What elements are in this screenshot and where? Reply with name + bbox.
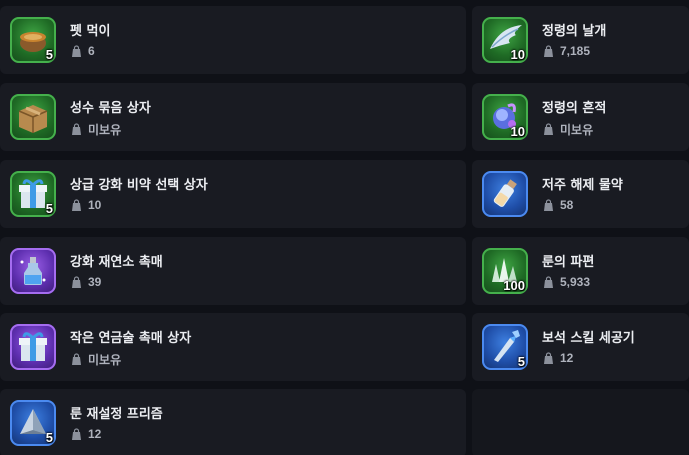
- gift-box-icon: 5: [10, 171, 56, 217]
- item-card[interactable]: 성수 묶음 상자 미보유: [0, 83, 466, 151]
- owned-count: 6: [70, 44, 95, 58]
- item-card[interactable]: 10 정령의 날개 7,185: [472, 6, 689, 74]
- item-name: 작은 연금술 촉매 상자: [70, 331, 192, 346]
- potion-bottle-icon: [482, 171, 528, 217]
- catalyst-bottle-icon: [10, 248, 56, 294]
- gem-tool-icon: 5: [482, 324, 528, 370]
- quantity-badge: 5: [517, 354, 525, 369]
- item-name: 룬 재설정 프리즘: [70, 407, 163, 422]
- item-card[interactable]: 작은 연금술 촉매 상자 미보유: [0, 313, 466, 381]
- spirit-orb-icon: 10: [482, 94, 528, 140]
- owned-count: 12: [70, 427, 101, 441]
- owned-count: 5,933: [542, 275, 590, 289]
- bag-icon: [544, 198, 553, 211]
- bag-icon: [72, 198, 81, 211]
- quantity-badge: 5: [45, 47, 53, 62]
- pot-icon: 5: [10, 17, 56, 63]
- prism-icon: 5: [10, 400, 56, 446]
- owned-count: 12: [542, 351, 573, 365]
- owned-count: 미보유: [542, 121, 593, 138]
- bag-icon: [72, 123, 81, 135]
- item-card[interactable]: 강화 재연소 촉매 39: [0, 237, 466, 305]
- bag-icon: [72, 427, 81, 440]
- owned-count: 미보유: [70, 351, 121, 368]
- bag-icon: [544, 44, 553, 57]
- owned-count: 39: [70, 275, 101, 289]
- quantity-badge: 5: [45, 430, 53, 445]
- crate-icon: [10, 94, 56, 140]
- bag-icon: [72, 353, 81, 365]
- item-card[interactable]: 100 룬의 파편 5,933: [472, 237, 689, 305]
- owned-count: 미보유: [70, 121, 121, 138]
- item-name: 정령의 날개: [542, 24, 607, 39]
- item-name: 성수 묶음 상자: [70, 101, 151, 116]
- bag-icon: [544, 275, 553, 288]
- item-name: 룬의 파편: [542, 255, 595, 270]
- empty-slot: [472, 389, 689, 455]
- owned-count: 7,185: [542, 44, 590, 58]
- quantity-badge: 5: [45, 201, 53, 216]
- item-card[interactable]: 5 상급 강화 비약 선택 상자 10: [0, 160, 466, 228]
- item-name: 펫 먹이: [70, 24, 111, 39]
- bag-icon: [544, 123, 553, 135]
- wing-icon: 10: [482, 17, 528, 63]
- item-card[interactable]: 5 보석 스킬 세공기 12: [472, 313, 689, 381]
- bag-icon: [72, 275, 81, 288]
- item-card[interactable]: 5 룬 재설정 프리즘 12: [0, 389, 466, 455]
- quantity-badge: 100: [503, 278, 525, 293]
- owned-count: 10: [70, 198, 101, 212]
- item-name: 저주 해제 물약: [542, 178, 623, 193]
- gift-box-icon: [10, 324, 56, 370]
- rune-shard-icon: 100: [482, 248, 528, 294]
- bag-icon: [72, 44, 81, 57]
- quantity-badge: 10: [510, 124, 525, 139]
- item-card[interactable]: 5 펫 먹이 6: [0, 6, 466, 74]
- item-name: 상급 강화 비약 선택 상자: [70, 178, 208, 193]
- item-name: 정령의 흔적: [542, 101, 607, 116]
- item-name: 보석 스킬 세공기: [542, 331, 635, 346]
- item-name: 강화 재연소 촉매: [70, 255, 163, 270]
- quantity-badge: 10: [510, 47, 525, 62]
- item-card[interactable]: 10 정령의 흔적 미보유: [472, 83, 689, 151]
- bag-icon: [544, 351, 553, 364]
- item-card[interactable]: 저주 해제 물약 58: [472, 160, 689, 228]
- owned-count: 58: [542, 198, 573, 212]
